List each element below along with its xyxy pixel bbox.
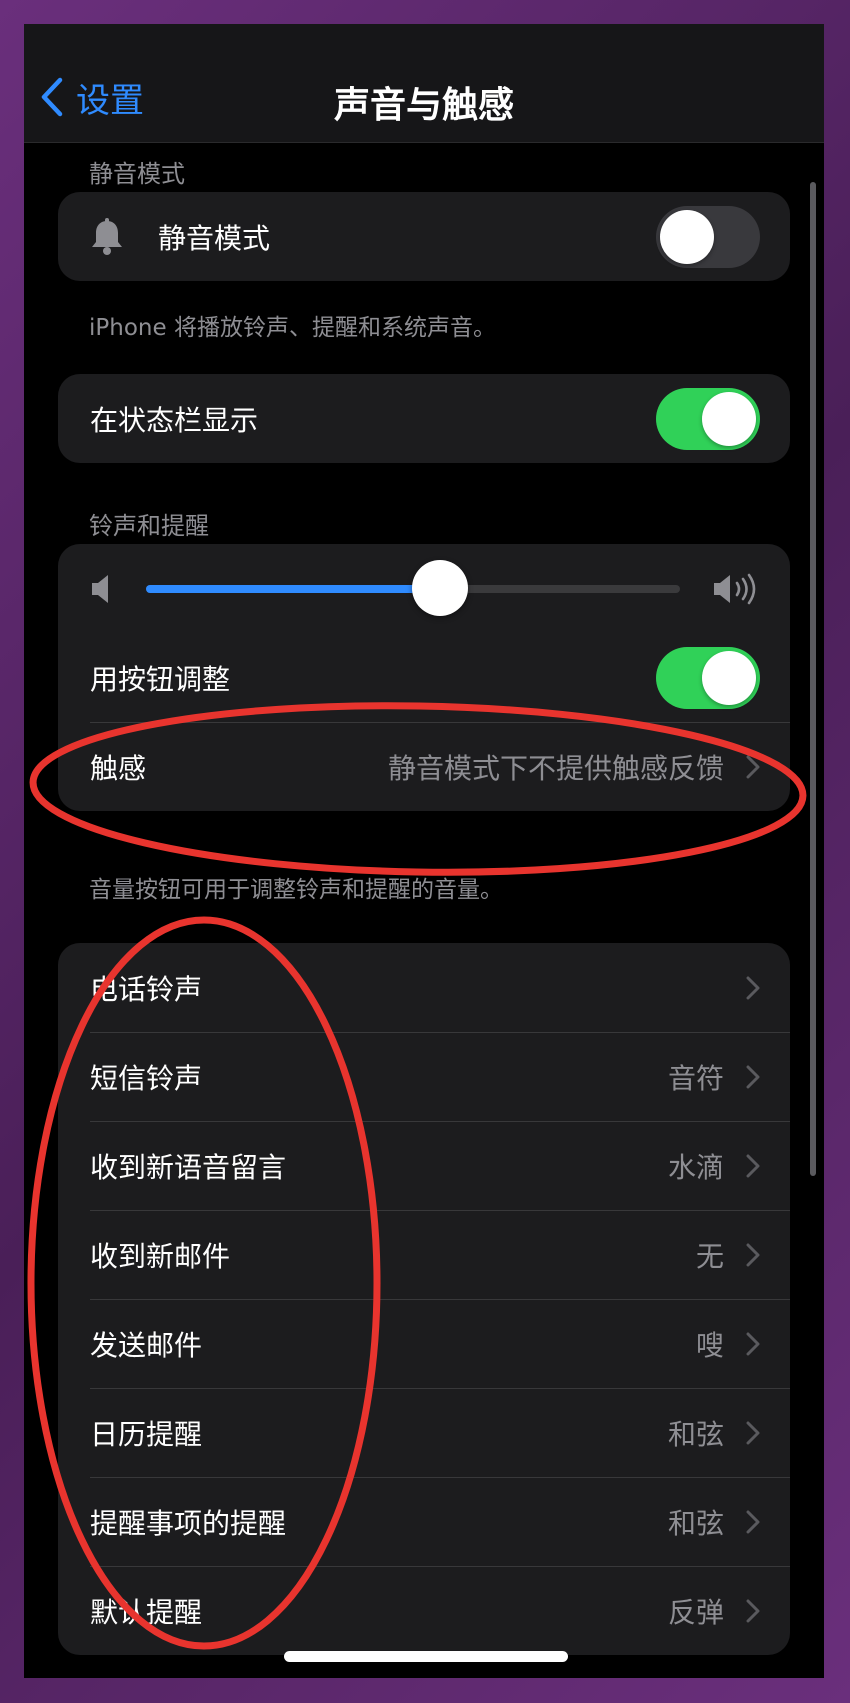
phone-screen: 设置 声音与触感 静音模式 静音模式 iPhone 将播放铃声、提醒和系统声音。… [24,24,824,1678]
silent-mode-row: 静音模式 [58,192,790,281]
chevron-right-icon [746,1421,760,1444]
sound-list-item[interactable]: 发送邮件 嗖 [58,1299,790,1388]
sound-list-item-value: 水滴 [667,1150,724,1184]
sound-list-item-label: 提醒事项的提醒 [90,1506,287,1540]
sound-list-item[interactable]: 电话铃声 [58,943,790,1032]
ringer-section-header: 铃声和提醒 [89,512,209,540]
ringer-footnote: 音量按钮可用于调整铃声和提醒的音量。 [89,877,503,903]
silent-mode-section-header: 静音模式 [89,160,185,188]
toggle-knob [660,209,714,264]
toggle-knob [702,650,756,705]
sound-list-item-value: 无 [695,1239,724,1273]
sound-list-item-label: 发送邮件 [90,1328,203,1362]
sound-list-item[interactable]: 收到新邮件 无 [58,1210,790,1299]
page-title: 声音与触感 [333,85,514,126]
chevron-right-icon [746,1154,760,1177]
haptics-value: 静音模式下不提供触感反馈 [387,751,724,785]
chevron-right-icon [746,1599,760,1622]
show-in-status-bar-toggle[interactable] [656,387,760,450]
volume-slider-thumb[interactable] [411,559,468,616]
chevron-right-icon [746,755,760,778]
sound-list-item-value: 反弹 [667,1595,724,1629]
silent-mode-label: 静音模式 [158,221,271,255]
silent-mode-footnote: iPhone 将播放铃声、提醒和系统声音。 [89,315,496,341]
silent-mode-toggle[interactable] [656,205,760,268]
chevron-right-icon [746,1243,760,1266]
change-with-buttons-row: 用按钮调整 [58,633,790,722]
volume-slider-row [58,544,790,633]
navigation-bar: 设置 声音与触感 [24,24,824,143]
show-in-status-bar-row: 在状态栏显示 [58,374,790,463]
ringer-group: 用按钮调整 触感 静音模式下不提供触感反馈 [58,544,790,811]
sound-list-item[interactable]: 收到新语音留言 水滴 [58,1121,790,1210]
sound-list-item-value: 和弦 [667,1417,724,1451]
silent-mode-group: 静音模式 [58,192,790,281]
status-bar-group: 在状态栏显示 [58,374,790,463]
toggle-knob [702,391,756,446]
sound-list-item-label: 短信铃声 [90,1061,203,1095]
volume-slider[interactable] [146,559,680,616]
haptics-row[interactable]: 触感 静音模式下不提供触感反馈 [58,722,790,811]
sound-list-item-label: 日历提醒 [90,1417,203,1451]
change-with-buttons-toggle[interactable] [656,646,760,709]
sound-list-item-label: 收到新语音留言 [90,1150,287,1184]
home-indicator[interactable] [284,1651,568,1662]
sounds-list-group: 电话铃声 短信铃声 音符 收到新语音留言 水滴 收到新邮件无发送邮件嗖日历提醒 和弦 提醒事项… [58,943,790,1655]
sound-list-item-label: 默认提醒 [90,1595,203,1629]
show-in-status-bar-label: 在状态栏显示 [90,403,259,437]
chevron-right-icon [746,1065,760,1088]
chevron-right-icon [746,1510,760,1533]
bell-icon [92,217,122,255]
chevron-right-icon [746,1332,760,1355]
sound-list-item[interactable]: 日历提醒 和弦 [58,1388,790,1477]
volume-slider-fill [146,584,440,593]
change-with-buttons-label: 用按钮调整 [90,662,231,696]
speaker-low-icon [92,574,108,603]
scrollbar[interactable] [810,182,816,1176]
sound-list-item-value: 和弦 [667,1506,724,1540]
haptics-label: 触感 [90,751,147,785]
speaker-high-icon [714,573,756,604]
sound-list-item-label: 收到新邮件 [90,1239,231,1273]
chevron-right-icon [746,976,760,999]
sound-list-item[interactable]: 短信铃声 音符 [58,1032,790,1121]
sound-list-item-label: 电话铃声 [90,972,203,1006]
sound-list-item-value: 嗖 [695,1328,724,1362]
sound-list-item-value: 音符 [667,1061,724,1095]
sound-list-item[interactable]: 提醒事项的提醒 和弦 [58,1477,790,1566]
sound-list-item[interactable]: 默认提醒 反弹 [58,1566,790,1655]
